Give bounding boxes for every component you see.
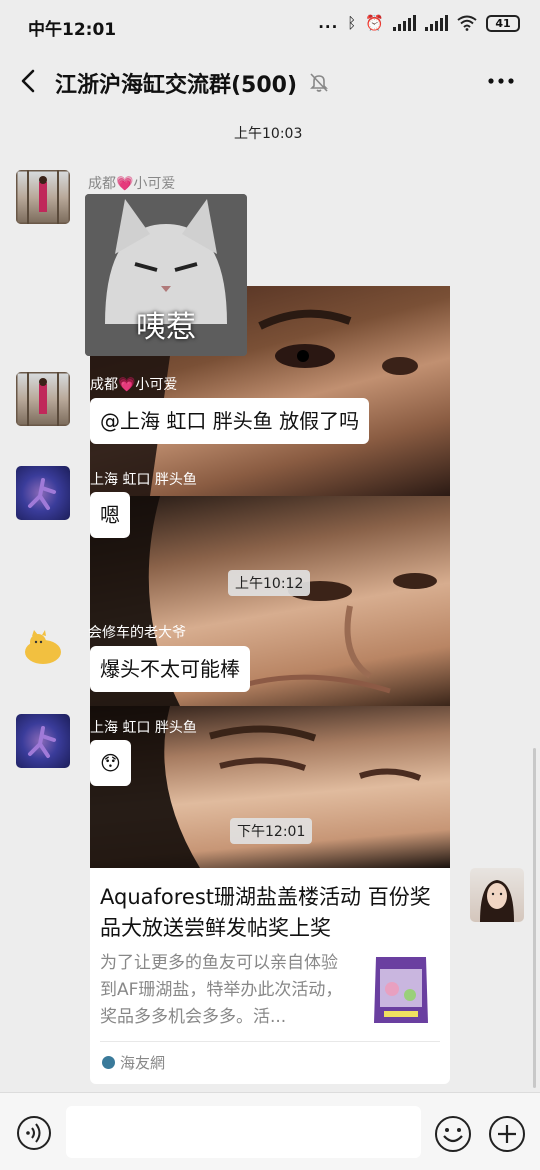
my-avatar[interactable] <box>470 868 524 922</box>
source-icon <box>102 1056 115 1069</box>
sender-name: 成都💗小可爱 <box>88 176 176 192</box>
card-thumbnail <box>374 957 428 1023</box>
avatar[interactable] <box>16 466 70 520</box>
card-source: 海友網 <box>120 1054 166 1072</box>
avatar-image <box>28 726 56 758</box>
emoji-icon[interactable] <box>434 1115 472 1153</box>
avatar-image <box>16 170 70 224</box>
sender-name: 上海 虹口 胖头鱼 <box>90 720 197 736</box>
message-bubble[interactable]: 😯 <box>90 740 131 786</box>
status-icons: ... ᛒ ⏰ 41 <box>318 14 520 32</box>
sender-name: 成都💗小可爱 <box>90 377 178 393</box>
plus-icon[interactable] <box>488 1115 526 1153</box>
wifi-icon <box>457 15 477 31</box>
sticker-image[interactable]: 咦惹 <box>85 194 247 356</box>
mute-icon <box>310 73 328 92</box>
message-bubble[interactable]: 嗯 <box>90 492 130 538</box>
timestamp: 上午10:12 <box>228 570 311 596</box>
avatar-image <box>28 478 56 510</box>
sticker-caption: 咦惹 <box>136 310 196 345</box>
avatar[interactable] <box>16 620 70 674</box>
avatar-image <box>16 372 70 426</box>
message-bubble[interactable]: @上海 虹口 胖头鱼 放假了吗 <box>90 398 370 444</box>
back-icon[interactable] <box>16 66 42 96</box>
bluetooth-icon: ᛒ <box>347 14 357 32</box>
link-card[interactable]: Aquaforest珊湖盐盖楼活动 百份奖品大放送尝鲜发帖奖上奖 为了让更多的鱼… <box>90 868 450 1084</box>
status-time: 中午12:01 <box>28 20 117 40</box>
scrollbar[interactable] <box>533 748 536 1088</box>
alarm-icon: ⏰ <box>365 14 384 32</box>
avatar[interactable] <box>16 372 70 426</box>
avatar-image <box>25 630 61 664</box>
chat-header: 江浙沪海缸交流群(500) <box>0 52 540 112</box>
sender-name: 会修车的老大爷 <box>88 625 186 641</box>
avatar-image <box>480 880 514 922</box>
card-title: Aquaforest珊湖盐盖楼活动 百份奖品大放送尝鲜发帖奖上奖 <box>100 885 431 940</box>
signal-icon <box>393 15 416 31</box>
input-bar <box>0 1092 540 1170</box>
avatar[interactable] <box>16 170 70 224</box>
more-dots-icon: ... <box>318 14 339 32</box>
chat-title: 江浙沪海缸交流群(500) <box>55 73 298 98</box>
battery-icon: 41 <box>486 14 520 32</box>
more-options-icon[interactable] <box>486 69 516 93</box>
timestamp: 下午12:01 <box>230 818 313 844</box>
sender-name: 上海 虹口 胖头鱼 <box>90 472 197 488</box>
voice-icon[interactable] <box>16 1115 52 1151</box>
card-description: 为了让更多的鱼友可以亲自体验到AF珊湖盐，特举办此次活动，奖品多多机会多多。活.… <box>100 953 343 1027</box>
signal-icon-2 <box>425 15 448 31</box>
message-input[interactable] <box>66 1106 421 1158</box>
card-divider <box>100 1041 440 1042</box>
chat-area[interactable]: 上午10:03 成都💗小可爱 咦惹 成都💗小可爱 @上海 虹口 胖头鱼 放假了吗 <box>0 112 540 1092</box>
status-bar: 中午12:01 ... ᛒ ⏰ 41 <box>0 0 540 52</box>
avatar[interactable] <box>16 714 70 768</box>
message-bubble[interactable]: 爆头不太可能棒 <box>90 646 250 692</box>
timestamp: 上午10:03 <box>234 126 303 142</box>
